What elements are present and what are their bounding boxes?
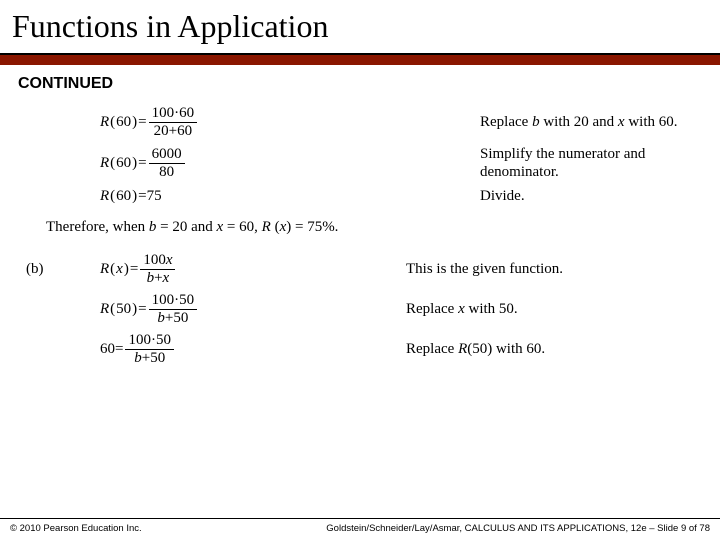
explanation: Simplify the numerator and denominator. <box>480 145 700 181</box>
summary-line: Therefore, when b = 20 and x = 60, R (x)… <box>20 211 700 246</box>
equation-cell: 60= 100·50 b+50 <box>86 332 406 366</box>
fraction: 100·50 b+50 <box>149 292 198 326</box>
citation: Goldstein/Schneider/Lay/Asmar, CALCULUS … <box>326 523 710 534</box>
equation-cell: R(50)= 100·50 b+50 <box>86 292 406 326</box>
fraction: 6000 80 <box>149 146 185 180</box>
part-label: (b) <box>20 261 86 278</box>
fraction: 100x b+x <box>140 252 175 286</box>
continued-label: CONTINUED <box>0 65 720 99</box>
equation-cell: R(x)= 100x b+x <box>86 252 406 286</box>
slide: Functions in Application CONTINUED R(60)… <box>0 0 720 540</box>
fraction: 100·60 20+60 <box>149 105 198 139</box>
footer: © 2010 Pearson Education Inc. Goldstein/… <box>0 518 720 540</box>
step-row: 60= 100·50 b+50 Replace R(50) with 60. <box>20 332 700 366</box>
equation: R(50)= 100·50 b+50 <box>86 292 199 326</box>
explanation: This is the given function. <box>406 260 700 278</box>
step-row: R(60)= 6000 80 Simplify the numerator an… <box>20 145 700 181</box>
equation: R(60)= 75 <box>100 188 162 205</box>
step-row: R(60)= 75 Divide. <box>20 187 700 205</box>
copyright: © 2010 Pearson Education Inc. <box>10 523 142 534</box>
equation: 60= 100·50 b+50 <box>86 332 176 366</box>
fraction: 100·50 b+50 <box>125 332 174 366</box>
equation: R(60)= 100·60 20+60 <box>100 105 199 139</box>
equation-cell: R(60)= 75 <box>20 188 480 205</box>
equation: R(x)= 100x b+x <box>86 252 177 286</box>
explanation: Replace R(50) with 60. <box>406 340 700 358</box>
equation-cell: R(60)= 100·60 20+60 <box>20 105 480 139</box>
step-row: R(50)= 100·50 b+50 Replace x with 50. <box>20 292 700 326</box>
page-title: Functions in Application <box>0 0 720 49</box>
step-row: R(60)= 100·60 20+60 Replace b with 20 an… <box>20 105 700 139</box>
explanation: Replace b with 20 and x with 60. <box>480 113 700 131</box>
body: R(60)= 100·60 20+60 Replace b with 20 an… <box>0 105 720 366</box>
rule-red <box>0 55 720 65</box>
equation: R(60)= 6000 80 <box>100 146 187 180</box>
equation-cell: R(60)= 6000 80 <box>20 146 480 180</box>
step-row: (b) R(x)= 100x b+x This is the given fun… <box>20 252 700 286</box>
explanation: Divide. <box>480 187 700 205</box>
footer-bar: © 2010 Pearson Education Inc. Goldstein/… <box>0 519 720 540</box>
explanation: Replace x with 50. <box>406 300 700 318</box>
